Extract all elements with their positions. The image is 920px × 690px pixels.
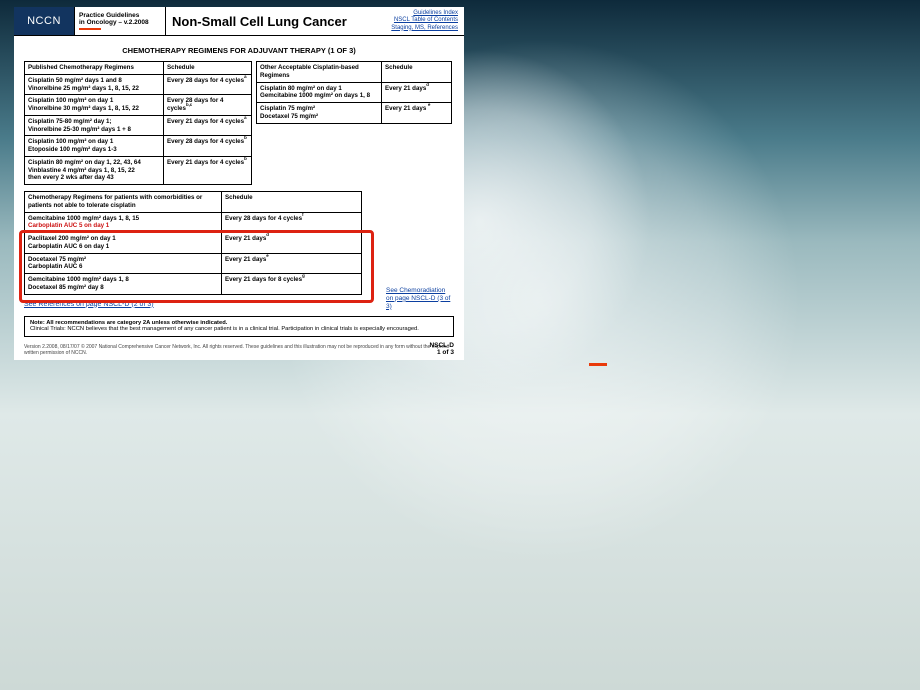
cursor-marker bbox=[589, 363, 607, 366]
page-id: NSCL-D 1 of 3 bbox=[429, 342, 454, 356]
comorbidity-table-wrap: Chemotherapy Regimens for patients with … bbox=[24, 191, 454, 295]
doc-header: NCCN Practice Guidelines in Oncology – v… bbox=[14, 7, 464, 36]
published-regimens-table: Published Chemotherapy RegimensSchedule … bbox=[24, 61, 252, 185]
page-title: Non-Small Cell Lung Cancer bbox=[166, 7, 391, 35]
schedule-cell: Every 21 daysd bbox=[222, 233, 362, 254]
regimen-cell: Gemcitabine 1000 mg/m² days 1, 8Docetaxe… bbox=[25, 274, 222, 295]
page-code: NSCL-D bbox=[429, 342, 454, 349]
link-chemoradiation[interactable]: See Chemoradiation on page NSCL-D (3 of … bbox=[386, 287, 452, 310]
schedule-cell: Every 28 days for 4 cyclesa bbox=[164, 74, 252, 95]
accent-bar bbox=[79, 28, 101, 30]
t2-h2: Schedule bbox=[382, 62, 452, 83]
other-regimens-table: Other Acceptable Cisplatin-based Regimen… bbox=[256, 61, 452, 124]
link-toc[interactable]: NSCL Table of Contents bbox=[394, 17, 458, 24]
guideline-document: NCCN Practice Guidelines in Oncology – v… bbox=[14, 7, 464, 360]
slide-stage: NCCN Practice Guidelines in Oncology – v… bbox=[0, 0, 920, 690]
schedule-cell: Every 21 dayse bbox=[222, 253, 362, 274]
comorbidity-regimens-table: Chemotherapy Regimens for patients with … bbox=[24, 191, 362, 295]
schedule-cell: Every 21 days for 8 cyclesg bbox=[222, 274, 362, 295]
nccn-logo: NCCN bbox=[14, 7, 75, 35]
guideline-l1: Practice Guidelines bbox=[79, 12, 161, 19]
schedule-cell: Every 21 days for 4 cyclesb bbox=[164, 156, 252, 184]
note-l1: Note: All recommendations are category 2… bbox=[30, 320, 448, 327]
header-links: Guidelines Index NSCL Table of Contents … bbox=[391, 7, 464, 35]
regimen-cell: Cisplatin 50 mg/m² days 1 and 8Vinorelbi… bbox=[25, 74, 164, 95]
regimen-cell: Cisplatin 80 mg/m² on day 1, 22, 43, 64V… bbox=[25, 156, 164, 184]
table-row: Cisplatin 100 mg/m² on day 1Vinorelbine … bbox=[25, 95, 252, 116]
regimen-cell: Cisplatin 75-80 mg/m² day 1;Vinorelbine … bbox=[25, 115, 164, 136]
schedule-cell: Every 21 days e bbox=[382, 103, 452, 124]
page-number: 1 of 3 bbox=[437, 349, 454, 356]
regimen-cell: Gemcitabine 1000 mg/m² days 1, 8, 15Carb… bbox=[25, 212, 222, 233]
table-row: Cisplatin 80 mg/m² on day 1Gemcitabine 1… bbox=[257, 82, 452, 103]
note-box: Note: All recommendations are category 2… bbox=[24, 316, 454, 338]
table-row: Paclitaxel 200 mg/m² on day 1Carboplatin… bbox=[25, 233, 362, 254]
schedule-cell: Every 28 days for 4 cyclesb,c bbox=[164, 95, 252, 116]
tables-row: Published Chemotherapy RegimensSchedule … bbox=[14, 61, 464, 185]
schedule-cell: Every 28 days for 4 cyclesf bbox=[222, 212, 362, 233]
link-staging[interactable]: Staging, MS, References bbox=[391, 25, 458, 32]
guideline-version: Practice Guidelines in Oncology – v.2.20… bbox=[75, 7, 166, 35]
table-row: Cisplatin 80 mg/m² on day 1, 22, 43, 64V… bbox=[25, 156, 252, 184]
schedule-cell: Every 21 days for 4 cyclesa bbox=[164, 115, 252, 136]
regimen-cell: Docetaxel 75 mg/m²Carboplatin AUC 6 bbox=[25, 253, 222, 274]
regimen-cell: Cisplatin 100 mg/m² on day 1Vinorelbine … bbox=[25, 95, 164, 116]
version-footer: Version 2.2008, 08/17/07 © 2007 National… bbox=[24, 344, 464, 356]
section-title: CHEMOTHERAPY REGIMENS FOR ADJUVANT THERA… bbox=[14, 46, 464, 55]
regimen-cell: Cisplatin 100 mg/m² on day 1Etoposide 10… bbox=[25, 136, 164, 157]
table-row: Cisplatin 75-80 mg/m² day 1;Vinorelbine … bbox=[25, 115, 252, 136]
table-row: Cisplatin 100 mg/m² on day 1Etoposide 10… bbox=[25, 136, 252, 157]
table-row: Cisplatin 50 mg/m² days 1 and 8Vinorelbi… bbox=[25, 74, 252, 95]
regimen-cell: Paclitaxel 200 mg/m² on day 1Carboplatin… bbox=[25, 233, 222, 254]
table-row: Gemcitabine 1000 mg/m² days 1, 8, 15Carb… bbox=[25, 212, 362, 233]
note-l2: Clinical Trials: NCCN believes that the … bbox=[30, 326, 448, 333]
regimen-cell: Cisplatin 80 mg/m² on day 1Gemcitabine 1… bbox=[257, 82, 382, 103]
regimen-cell: Cisplatin 75 mg/m²Docetaxel 75 mg/m² bbox=[257, 103, 382, 124]
table-row: Gemcitabine 1000 mg/m² days 1, 8Docetaxe… bbox=[25, 274, 362, 295]
link-guidelines-index[interactable]: Guidelines Index bbox=[413, 10, 458, 17]
t1-h1: Published Chemotherapy Regimens bbox=[25, 62, 164, 75]
table-row: Cisplatin 75 mg/m²Docetaxel 75 mg/m²Ever… bbox=[257, 103, 452, 124]
schedule-cell: Every 21 daysd bbox=[382, 82, 452, 103]
t3-h1: Chemotherapy Regimens for patients with … bbox=[25, 192, 222, 213]
schedule-cell: Every 28 days for 4 cyclesb bbox=[164, 136, 252, 157]
t2-h1: Other Acceptable Cisplatin-based Regimen… bbox=[257, 62, 382, 83]
table-row: Docetaxel 75 mg/m²Carboplatin AUC 6Every… bbox=[25, 253, 362, 274]
guideline-l2: in Oncology – v.2.2008 bbox=[79, 19, 161, 26]
t3-h2: Schedule bbox=[222, 192, 362, 213]
t1-h2: Schedule bbox=[164, 62, 252, 75]
